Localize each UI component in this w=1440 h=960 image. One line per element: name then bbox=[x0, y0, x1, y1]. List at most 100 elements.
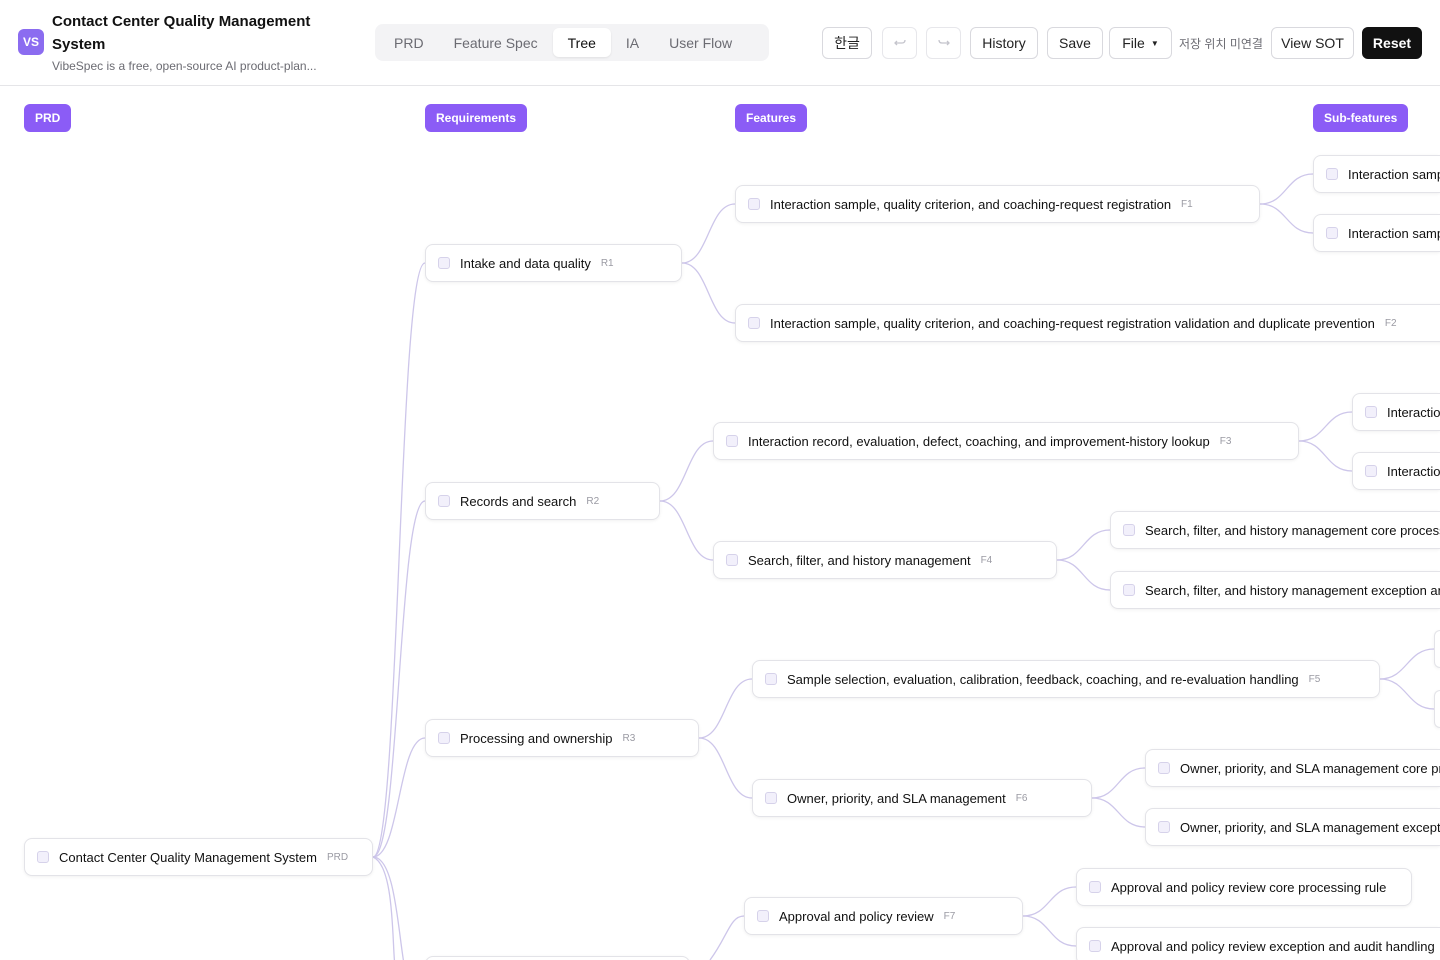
node-checkbox[interactable] bbox=[765, 673, 777, 685]
node-label: Approval and policy review exception and… bbox=[1111, 938, 1435, 954]
app-header: VS Contact Center Quality Management Sys… bbox=[0, 0, 1440, 86]
node-checkbox[interactable] bbox=[726, 554, 738, 566]
redo-button[interactable] bbox=[926, 27, 961, 59]
node-id: F5 bbox=[1308, 673, 1321, 685]
tree-node-root[interactable]: Contact Center Quality Management System… bbox=[24, 838, 373, 876]
node-checkbox[interactable] bbox=[1326, 168, 1338, 180]
reset-button[interactable]: Reset bbox=[1362, 27, 1422, 59]
node-id: F2 bbox=[1384, 317, 1397, 329]
node-label: Owner, priority, and SLA management bbox=[787, 790, 1006, 806]
history-button[interactable]: History bbox=[970, 27, 1038, 59]
node-label: Owner, priority, and SLA management core… bbox=[1180, 760, 1440, 776]
tab-prd[interactable]: PRD bbox=[379, 28, 439, 57]
node-checkbox[interactable] bbox=[1123, 584, 1135, 596]
tree-node-subfeature[interactable]: Interaction samp bbox=[1313, 214, 1440, 252]
tree-node-requirement[interactable]: Processing and ownership R3 bbox=[425, 719, 699, 757]
redo-icon bbox=[937, 39, 950, 46]
tree-node-subfeature[interactable]: Interaction samp bbox=[1313, 155, 1440, 193]
node-label: Search, filter, and history management c… bbox=[1145, 522, 1440, 538]
tree-node-subfeature[interactable]: Owner, priority, and SLA management exce… bbox=[1145, 808, 1440, 846]
tree-node-feature[interactable]: Owner, priority, and SLA management F6 bbox=[752, 779, 1092, 817]
tree-node-requirement[interactable]: Intake and data quality R1 bbox=[425, 244, 682, 282]
node-label: Search, filter, and history management bbox=[748, 552, 971, 568]
node-checkbox[interactable] bbox=[765, 792, 777, 804]
tree-node-subfeature[interactable]: Interactio bbox=[1352, 393, 1440, 431]
file-menu-label: File bbox=[1122, 35, 1145, 51]
node-label: Intake and data quality bbox=[460, 255, 591, 271]
undo-button[interactable] bbox=[882, 27, 917, 59]
node-checkbox[interactable] bbox=[757, 910, 769, 922]
node-checkbox[interactable] bbox=[438, 732, 450, 744]
node-checkbox[interactable] bbox=[1158, 762, 1170, 774]
app-title: Contact Center Quality Management System bbox=[52, 13, 311, 53]
tree-node-requirement[interactable] bbox=[425, 956, 690, 960]
view-tabs: PRD Feature Spec Tree IA User Flow bbox=[375, 24, 769, 61]
node-label: Processing and ownership bbox=[460, 730, 613, 746]
node-id: F1 bbox=[1181, 198, 1193, 210]
node-label: Interaction samp bbox=[1348, 225, 1440, 241]
tree-node-feature[interactable]: Approval and policy review F7 bbox=[744, 897, 1023, 935]
tree-node-requirement[interactable]: Records and search R2 bbox=[425, 482, 660, 520]
file-menu-button[interactable]: File ▼ bbox=[1109, 27, 1172, 59]
tree-node-feature[interactable]: Interaction sample, quality criterion, a… bbox=[735, 304, 1440, 342]
node-label: Contact Center Quality Management System bbox=[59, 849, 317, 865]
node-label: Interaction sample, quality criterion, a… bbox=[770, 196, 1172, 212]
app-logo: VS bbox=[18, 29, 44, 55]
node-checkbox[interactable] bbox=[37, 851, 49, 863]
save-button[interactable]: Save bbox=[1047, 27, 1103, 59]
tree-node-subfeature[interactable]: Owner, priority, and SLA management core… bbox=[1145, 749, 1440, 787]
tree-node-subfeature[interactable]: Interactio bbox=[1352, 452, 1440, 490]
node-id: F4 bbox=[980, 554, 993, 566]
tab-tree[interactable]: Tree bbox=[552, 28, 611, 57]
tree-node-feature[interactable]: Interaction record, evaluation, defect, … bbox=[713, 422, 1299, 460]
tree-node-subfeature[interactable]: Approval and policy review exception and… bbox=[1076, 927, 1440, 960]
node-id: F7 bbox=[943, 910, 956, 922]
node-label: Approval and policy review bbox=[779, 908, 934, 924]
app-subtitle: VibeSpec is a free, open-source AI produ… bbox=[52, 59, 317, 73]
node-checkbox[interactable] bbox=[438, 257, 450, 269]
node-checkbox[interactable] bbox=[1326, 227, 1338, 239]
node-id: F3 bbox=[1219, 435, 1232, 447]
node-id: R1 bbox=[600, 257, 614, 269]
node-checkbox[interactable] bbox=[748, 198, 760, 210]
tree-node-subfeature[interactable]: Search, filter, and history management e… bbox=[1110, 571, 1440, 609]
node-label: Search, filter, and history management e… bbox=[1145, 582, 1440, 598]
node-label: Interaction record, evaluation, defect, … bbox=[748, 433, 1210, 449]
node-checkbox[interactable] bbox=[1123, 524, 1135, 536]
node-label: Approval and policy review core processi… bbox=[1111, 879, 1387, 895]
node-checkbox[interactable] bbox=[748, 317, 760, 329]
tree-node-subfeature[interactable]: Search, filter, and history management c… bbox=[1110, 511, 1440, 549]
node-checkbox[interactable] bbox=[1089, 881, 1101, 893]
chevron-down-icon: ▼ bbox=[1150, 38, 1159, 48]
node-label: Interactio bbox=[1387, 404, 1440, 420]
node-checkbox[interactable] bbox=[1365, 465, 1377, 477]
tab-feature-spec[interactable]: Feature Spec bbox=[439, 28, 553, 57]
node-checkbox[interactable] bbox=[438, 495, 450, 507]
tab-user-flow[interactable]: User Flow bbox=[654, 28, 747, 57]
node-label: Interactio bbox=[1387, 463, 1440, 479]
node-checkbox[interactable] bbox=[1158, 821, 1170, 833]
node-checkbox[interactable] bbox=[1365, 406, 1377, 418]
tree-node-feature[interactable]: Sample selection, evaluation, calibratio… bbox=[752, 660, 1380, 698]
save-location-status: 저장 위치 미연결 bbox=[1179, 37, 1263, 51]
tree-node-subfeature[interactable] bbox=[1434, 690, 1440, 728]
tab-ia[interactable]: IA bbox=[611, 28, 654, 57]
node-label: Interaction sample, quality criterion, a… bbox=[770, 315, 1375, 331]
tree-node-feature[interactable]: Search, filter, and history management F… bbox=[713, 541, 1057, 579]
node-label: Owner, priority, and SLA management exce… bbox=[1180, 819, 1440, 835]
node-id: R3 bbox=[622, 732, 636, 744]
node-id: F6 bbox=[1015, 792, 1028, 804]
node-id: R2 bbox=[586, 495, 600, 507]
tree-node-subfeature[interactable]: Approval and policy review core processi… bbox=[1076, 868, 1412, 906]
node-label: Records and search bbox=[460, 493, 577, 509]
tree-node-subfeature[interactable] bbox=[1434, 630, 1440, 668]
tree-node-feature[interactable]: Interaction sample, quality criterion, a… bbox=[735, 185, 1260, 223]
view-sot-button[interactable]: View SOT bbox=[1271, 27, 1354, 59]
node-id: PRD bbox=[326, 851, 349, 863]
node-checkbox[interactable] bbox=[1089, 940, 1101, 952]
tree-canvas[interactable]: PRD Requirements Features Sub-features C… bbox=[0, 86, 1440, 960]
language-toggle-button[interactable]: 한글 bbox=[822, 27, 872, 59]
undo-icon bbox=[893, 39, 906, 46]
node-checkbox[interactable] bbox=[726, 435, 738, 447]
node-label: Sample selection, evaluation, calibratio… bbox=[787, 671, 1299, 687]
